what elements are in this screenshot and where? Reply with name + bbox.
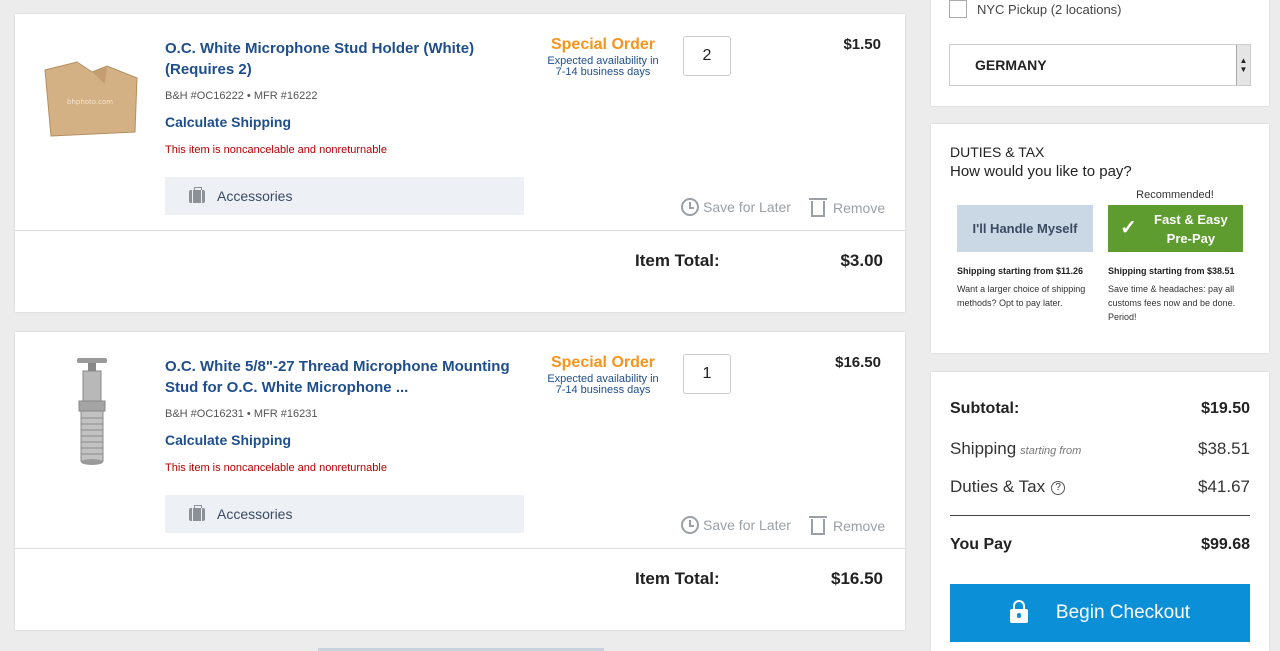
image-watermark: bhphoto.com: [67, 98, 113, 106]
subtotal-row: Subtotal: $19.50: [950, 400, 1250, 418]
you-pay-row: You Pay $99.68: [950, 536, 1250, 554]
handle-myself-label: I'll Handle Myself: [972, 221, 1078, 236]
handle-myself-button[interactable]: I'll Handle Myself: [957, 205, 1093, 252]
prepay-label: Fast & Easy Pre-Pay: [1154, 211, 1228, 246]
item-total-value: $16.50: [831, 569, 883, 588]
duties-question: How would you like to pay?: [950, 163, 1132, 180]
country-value: GERMANY: [975, 57, 1047, 73]
product-image[interactable]: bhphoto.com: [37, 40, 147, 150]
summary-divider: [950, 515, 1250, 516]
calculate-shipping-link[interactable]: Calculate Shipping: [165, 432, 291, 448]
prepay-description: Save time & headaches: pay all customs f…: [1108, 284, 1236, 322]
cart-item: bhphoto.com O.C. White Microphone Stud H…: [15, 14, 905, 312]
handle-myself-details: Shipping starting from $11.26 Want a lar…: [957, 264, 1097, 310]
unit-price: $1.50: [843, 36, 881, 53]
clock-icon: [681, 198, 699, 216]
recommended-label: Recommended!: [1136, 189, 1214, 201]
noncancelable-notice: This item is noncancelable and nonreturn…: [165, 462, 387, 474]
calculate-shipping-link[interactable]: Calculate Shipping: [165, 114, 291, 130]
begin-checkout-button[interactable]: Begin Checkout: [950, 584, 1250, 642]
shipping-row: Shipping starting from $38.51: [950, 439, 1250, 459]
product-image[interactable]: [37, 358, 147, 468]
clock-icon: [681, 516, 699, 534]
prepay-shipping: Shipping starting from $38.51: [1108, 266, 1235, 276]
shipping-note: starting from: [1020, 445, 1082, 457]
order-summary-panel: Subtotal: $19.50 Shipping starting from $…: [931, 372, 1269, 651]
begin-checkout-label: Begin Checkout: [1055, 602, 1191, 623]
shipping-value: $38.51: [1198, 439, 1250, 458]
trash-icon: [809, 516, 827, 535]
remove-label: Remove: [833, 199, 886, 216]
noncancelable-notice: This item is noncancelable and nonreturn…: [165, 144, 387, 156]
dropdown-arrow-icon[interactable]: ▲ ▼: [1236, 45, 1250, 85]
checkmark-icon: ✓: [1120, 217, 1137, 239]
duties-label: Duties & Tax: [950, 477, 1046, 496]
divider: [15, 548, 905, 549]
pickup-checkbox[interactable]: [949, 0, 967, 18]
special-order-status: Special Order Expected availability in 7…: [543, 36, 663, 78]
you-pay-label: You Pay: [950, 536, 1012, 553]
item-total-value: $3.00: [840, 251, 883, 270]
accessories-button[interactable]: Accessories: [165, 177, 524, 215]
quantity-input[interactable]: 2: [683, 36, 731, 76]
duties-tax-panel: DUTIES & TAX How would you like to pay? …: [931, 124, 1269, 353]
help-icon[interactable]: ?: [1051, 481, 1066, 495]
accessories-button[interactable]: Accessories: [165, 495, 524, 533]
special-order-label: Special Order: [550, 354, 656, 371]
availability-text: Expected availability in 7-14 business d…: [547, 55, 659, 78]
product-title[interactable]: O.C. White 5/8"-27 Thread Microphone Mou…: [165, 356, 510, 398]
accessories-label: Accessories: [217, 188, 293, 204]
save-for-later-label: Save for Later: [703, 517, 791, 533]
briefcase-icon: [189, 504, 205, 521]
subtotal-value: $19.50: [1201, 400, 1250, 417]
prepay-button[interactable]: ✓ Fast & Easy Pre-Pay: [1108, 205, 1243, 252]
product-sku: B&H #OC16231 • MFR #16231: [165, 408, 318, 420]
handle-myself-description: Want a larger choice of shipping methods…: [957, 284, 1086, 308]
duties-heading: DUTIES & TAX: [950, 144, 1045, 160]
remove-button[interactable]: Remove: [809, 198, 886, 217]
divider: [15, 230, 905, 231]
quantity-input[interactable]: 1: [683, 354, 731, 394]
item-total-label: Item Total:: [635, 251, 720, 270]
subtotal-label: Subtotal:: [950, 400, 1020, 417]
remove-label: Remove: [833, 517, 886, 534]
duties-row: Duties & Tax? $41.67: [950, 477, 1250, 497]
save-for-later-button[interactable]: Save for Later: [681, 516, 791, 534]
unit-price: $16.50: [835, 354, 881, 371]
duties-value: $41.67: [1198, 477, 1250, 496]
cart-item: O.C. White 5/8"-27 Thread Microphone Mou…: [15, 332, 905, 630]
save-for-later-label: Save for Later: [703, 199, 791, 215]
item-total-label: Item Total:: [635, 569, 720, 588]
prepay-details: Shipping starting from $38.51 Save time …: [1108, 264, 1248, 324]
special-order-status: Special Order Expected availability in 7…: [543, 354, 663, 396]
product-title[interactable]: O.C. White Microphone Stud Holder (White…: [165, 38, 510, 80]
trash-icon: [809, 198, 827, 217]
handle-myself-shipping: Shipping starting from $11.26: [957, 266, 1084, 276]
shipping-label: Shipping: [950, 439, 1017, 458]
special-order-label: Special Order: [550, 36, 656, 53]
remove-button[interactable]: Remove: [809, 516, 886, 535]
shipping-destination-panel: NYC Pickup (2 locations) GERMANY ▲ ▼: [931, 0, 1269, 106]
product-sku: B&H #OC16222 • MFR #16222: [165, 90, 318, 102]
save-for-later-button[interactable]: Save for Later: [681, 198, 791, 216]
lock-icon: [1009, 600, 1028, 623]
accessories-label: Accessories: [217, 506, 293, 522]
briefcase-icon: [189, 186, 205, 203]
pickup-label: NYC Pickup (2 locations): [977, 1, 1122, 17]
nyc-pickup-option[interactable]: NYC Pickup (2 locations): [949, 0, 1122, 18]
you-pay-value: $99.68: [1201, 536, 1250, 553]
availability-text: Expected availability in 7-14 business d…: [547, 373, 659, 396]
country-select[interactable]: GERMANY ▲ ▼: [949, 44, 1251, 86]
